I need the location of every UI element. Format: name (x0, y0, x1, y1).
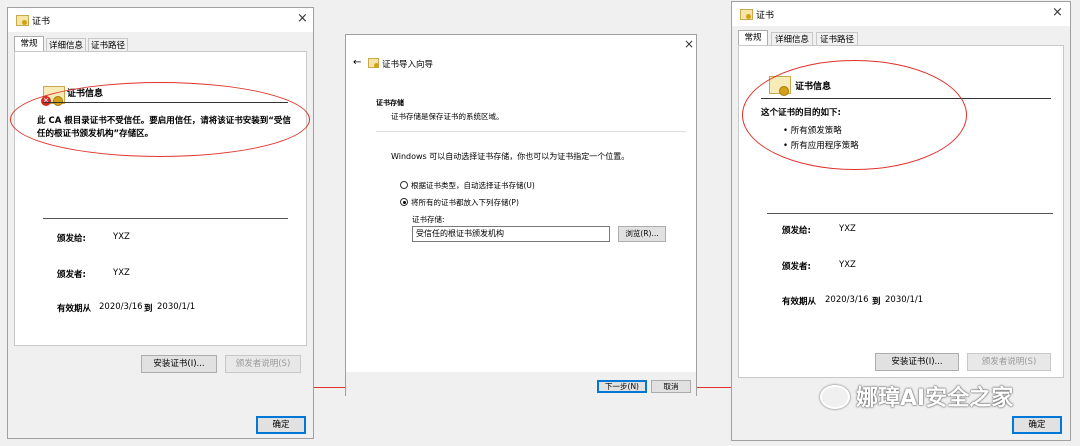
option-manual-label[interactable]: 将所有的证书都放入下列存储(P) (411, 197, 519, 208)
issuer-statement-button: 颁发者说明(S) (967, 353, 1051, 371)
validity-to-word: 到 (144, 304, 153, 314)
certificate-icon (740, 9, 753, 20)
ok-button[interactable]: 确定 (256, 416, 306, 434)
right-titlebar: 证书 × (732, 2, 1070, 26)
left-certificate-dialog: 证书 × 常规 详细信息 证书路径 ✕ 证书信息 此 CA 根目录证书不受信任。… (7, 7, 314, 439)
import-wizard-dialog: ← 证书导入向导 × 证书存储 证书存储是保存证书的系统区域。 Windows … (345, 34, 697, 396)
watermark-text: 娜璋AI安全之家 (856, 386, 1014, 411)
details-divider (767, 213, 1053, 214)
back-arrow-icon[interactable]: ← (353, 57, 361, 68)
install-certificate-button[interactable]: 安装证书(I)... (141, 355, 217, 373)
browse-button[interactable]: 浏览(R)... (618, 226, 666, 242)
ok-button[interactable]: 确定 (1012, 416, 1062, 434)
issued-to-value: YXZ (839, 224, 856, 234)
warning-annotation-ellipse (10, 82, 310, 157)
certificate-icon (16, 15, 29, 26)
right-window-title: 证书 (756, 11, 775, 21)
wizard-certificate-icon (368, 58, 379, 68)
option-auto-label[interactable]: 根据证书类型，自动选择证书存储(U) (411, 180, 535, 191)
store-label: 证书存储: (412, 215, 445, 224)
section-title: 证书存储 (376, 99, 404, 107)
validity-to-word: 到 (872, 297, 881, 307)
issued-by-label: 颁发者: (782, 262, 811, 272)
left-window-title: 证书 (32, 17, 51, 27)
issued-by-value: YXZ (113, 268, 130, 278)
validity-to: 2030/1/1 (157, 302, 196, 312)
issuer-statement-button: 颁发者说明(S) (225, 355, 301, 373)
issued-by-value: YXZ (839, 260, 856, 270)
issued-to-label: 颁发给: (782, 226, 811, 236)
section-description: 证书存储是保存证书的系统区域。 (391, 112, 504, 121)
connector-line-right (697, 387, 732, 388)
validity-label: 有效期从 (57, 304, 92, 314)
details-divider (43, 218, 288, 219)
issued-to-label: 颁发给: (57, 234, 86, 244)
left-titlebar: 证书 × (8, 8, 313, 32)
right-close-icon[interactable]: × (1052, 5, 1063, 20)
left-tab-general[interactable]: 常规 (14, 36, 44, 52)
left-tab-cert-path[interactable]: 证书路径 (88, 38, 128, 52)
right-tab-cert-path[interactable]: 证书路径 (816, 32, 858, 46)
wechat-logo-icon (820, 385, 850, 409)
cancel-button[interactable]: 取消 (651, 380, 691, 393)
right-tab-general[interactable]: 常规 (738, 30, 768, 46)
purpose-annotation-ellipse (742, 60, 967, 170)
issued-to-value: YXZ (113, 232, 130, 242)
next-button[interactable]: 下一步(N) (597, 380, 647, 393)
validity-from: 2020/3/16 (99, 302, 143, 312)
install-certificate-button[interactable]: 安装证书(I)... (875, 353, 959, 371)
wizard-intro: Windows 可以自动选择证书存储，你也可以为证书指定一个位置。 (391, 152, 630, 161)
certificate-store-field[interactable]: 受信任的根证书颁发机构 (412, 226, 610, 242)
wizard-close-icon[interactable]: × (684, 37, 694, 51)
left-close-icon[interactable]: × (297, 11, 308, 26)
wizard-divider (376, 131, 686, 132)
radio-auto-store[interactable] (400, 181, 408, 189)
validity-from: 2020/3/16 (825, 295, 869, 305)
validity-to: 2030/1/1 (885, 295, 924, 305)
right-certificate-dialog: 证书 × 常规 详细信息 证书路径 证书信息 这个证书的目的如下: • 所有颁发… (731, 1, 1071, 441)
radio-manual-store[interactable] (400, 198, 408, 206)
validity-label: 有效期从 (782, 297, 817, 307)
issued-by-label: 颁发者: (57, 270, 86, 280)
right-tab-details[interactable]: 详细信息 (771, 32, 813, 46)
connector-line-left (314, 387, 345, 388)
left-tab-details[interactable]: 详细信息 (46, 38, 86, 52)
wizard-title: 证书导入向导 (382, 60, 434, 70)
